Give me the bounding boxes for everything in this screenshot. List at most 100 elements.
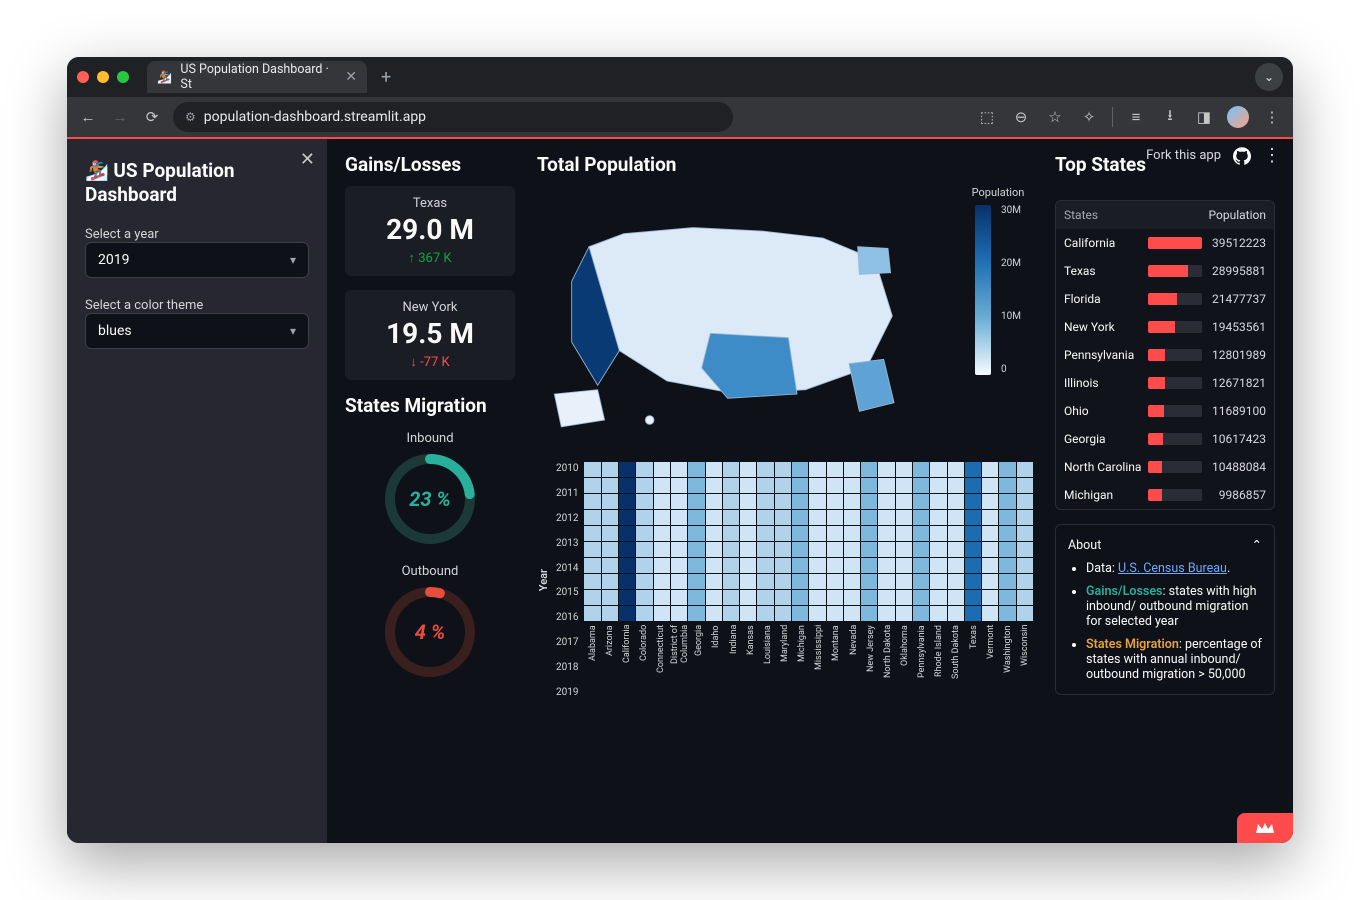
table-row[interactable]: Illinois 12671821 [1056, 369, 1274, 397]
census-link[interactable]: U.S. Census Bureau [1118, 561, 1227, 576]
population-value: 21477737 [1208, 292, 1266, 306]
reading-list-icon[interactable]: ≡ [1125, 106, 1147, 128]
heatmap-chart[interactable]: Year 20102011201220132014201520162017201… [537, 462, 1033, 699]
heatmap-cell [706, 462, 722, 477]
heatmap-cell [775, 574, 791, 589]
heatmap-cell [792, 478, 808, 493]
chevron-down-icon: ▾ [290, 253, 296, 267]
address-bar[interactable]: ⚙ population-dashboard.streamlit.app [173, 102, 733, 132]
tabs-dropdown-button[interactable]: ⌄ [1255, 63, 1283, 91]
heatmap-cell [688, 574, 704, 589]
bookmark-icon[interactable]: ☆ [1044, 106, 1066, 128]
heatmap-y-tick: 2013 [556, 538, 578, 549]
heatmap-cell [602, 558, 618, 573]
heatmap-cell [896, 542, 912, 557]
extensions-icon[interactable]: ✧ [1078, 106, 1100, 128]
heatmap-cell [930, 558, 946, 573]
choropleth-map[interactable] [537, 186, 953, 446]
table-row[interactable]: Michigan 9986857 [1056, 481, 1274, 509]
heatmap-cell [948, 494, 964, 509]
minimize-window-icon[interactable] [97, 71, 109, 83]
app-menu-icon[interactable]: ⋮ [1263, 145, 1281, 166]
heatmap-cell [671, 590, 687, 605]
heatmap-cell [965, 558, 981, 573]
heatmap-cell [740, 462, 756, 477]
heatmap-cell [861, 478, 877, 493]
state-alaska[interactable] [554, 390, 604, 427]
close-window-icon[interactable] [77, 71, 89, 83]
close-tab-icon[interactable]: ✕ [345, 69, 357, 85]
forward-button[interactable]: → [109, 106, 131, 128]
inbound-label: Inbound [406, 431, 453, 446]
state-newyork[interactable] [858, 247, 891, 275]
total-pop-heading: Total Population [537, 153, 1033, 176]
heatmap-cell [844, 590, 860, 605]
github-icon[interactable] [1233, 147, 1251, 165]
browser-tab[interactable]: 🏂 US Population Dashboard · St ✕ [147, 61, 367, 93]
heatmap-cell [948, 526, 964, 541]
heatmap-cell [948, 606, 964, 621]
heatmap-cell [948, 590, 964, 605]
site-settings-icon[interactable]: ⚙ [185, 110, 196, 124]
downloads-icon[interactable]: ⭳ [1159, 106, 1181, 128]
table-row[interactable]: Georgia 10617423 [1056, 425, 1274, 453]
heatmap-cell [930, 526, 946, 541]
heatmap-x-tick: Maryland [780, 625, 790, 699]
population-value: 11689100 [1208, 404, 1266, 418]
inbound-donut: 23 % [383, 452, 477, 546]
heatmap-cell [602, 574, 618, 589]
table-row[interactable]: North Carolina 10488084 [1056, 453, 1274, 481]
heatmap-cell [999, 478, 1015, 493]
back-button[interactable]: ← [77, 106, 99, 128]
profile-avatar[interactable] [1227, 106, 1249, 128]
table-row[interactable]: New York 19453561 [1056, 313, 1274, 341]
new-tab-button[interactable]: + [375, 67, 397, 88]
heatmap-cell [965, 590, 981, 605]
maximize-window-icon[interactable] [117, 71, 129, 83]
heatmap-cell [948, 542, 964, 557]
state-florida[interactable] [849, 359, 894, 411]
table-row[interactable]: Pennsylvania 12801989 [1056, 341, 1274, 369]
collapse-sidebar-icon[interactable]: ✕ [300, 149, 315, 170]
top-states-table[interactable]: States Population California 39512223Tex… [1055, 200, 1275, 510]
chevron-up-icon[interactable]: ⌃ [1252, 537, 1262, 553]
heatmap-cell [792, 462, 808, 477]
metric-delta: ↑ 367 K [355, 250, 505, 266]
metric-label: Texas [355, 196, 505, 211]
heatmap-cell [706, 494, 722, 509]
heatmap-cell [775, 542, 791, 557]
theme-select[interactable]: blues ▾ [85, 313, 309, 349]
install-app-icon[interactable]: ⬚ [976, 106, 998, 128]
heatmap-cell [584, 558, 600, 573]
about-expander[interactable]: About ⌃ Data: U.S. Census Bureau. Gains/… [1055, 524, 1275, 695]
zoom-icon[interactable]: ⊖ [1010, 106, 1032, 128]
heatmap-cell [619, 606, 635, 621]
reload-button[interactable]: ⟳ [141, 106, 163, 128]
heatmap-cell [930, 510, 946, 525]
heatmap-cell [999, 606, 1015, 621]
heatmap-cell [1017, 606, 1033, 621]
fork-app-link[interactable]: Fork this app [1146, 148, 1221, 163]
heatmap-cell [688, 494, 704, 509]
side-panel-icon[interactable]: ◨ [1193, 106, 1215, 128]
streamlit-badge[interactable] [1237, 813, 1293, 843]
heatmap-x-tick: Rhode Island [934, 625, 944, 699]
heatmap-cell [827, 494, 843, 509]
heatmap-cell [844, 542, 860, 557]
table-row[interactable]: Ohio 11689100 [1056, 397, 1274, 425]
heatmap-cell [602, 542, 618, 557]
year-select[interactable]: 2019 ▾ [85, 242, 309, 278]
state-hawaii[interactable] [645, 416, 654, 425]
heatmap-cell [913, 542, 929, 557]
heatmap-cell [636, 606, 652, 621]
table-row[interactable]: Texas 28995881 [1056, 257, 1274, 285]
heatmap-cell [619, 510, 635, 525]
heatmap-cell [688, 526, 704, 541]
gains-losses-heading: Gains/Losses [345, 153, 515, 176]
heatmap-cell [706, 510, 722, 525]
table-row[interactable]: California 39512223 [1056, 229, 1274, 257]
browser-menu-icon[interactable]: ⋮ [1261, 106, 1283, 128]
chevron-down-icon: ▾ [290, 324, 296, 338]
table-row[interactable]: Florida 21477737 [1056, 285, 1274, 313]
heatmap-cell [878, 526, 894, 541]
